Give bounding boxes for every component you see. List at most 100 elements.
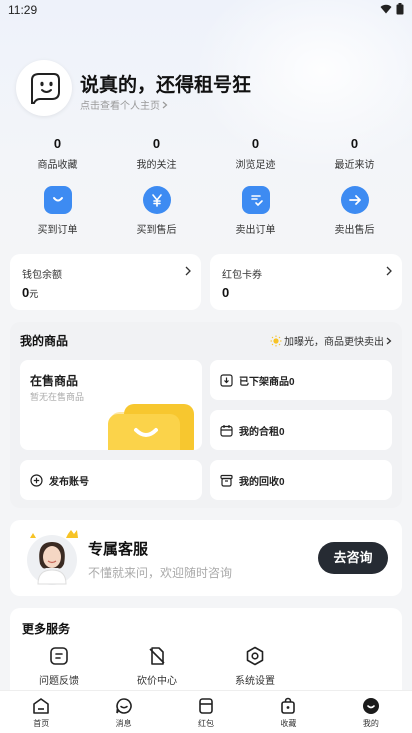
plus-circle-icon (30, 473, 43, 487)
bought-orders-button[interactable]: 买到订单 (8, 186, 107, 240)
yen-icon (142, 186, 171, 214)
tab-label: 首页 (33, 719, 50, 728)
avatar[interactable] (16, 60, 72, 116)
service-title: 专属客服 (88, 541, 149, 558)
arrow-right-icon (340, 186, 369, 214)
tab-messages[interactable]: 消息 (82, 691, 164, 733)
coupon-value: 0 (222, 285, 230, 300)
chevron-right-icon (162, 101, 168, 108)
chevron-right-icon (386, 337, 392, 344)
message-icon (115, 698, 132, 714)
section-title: 更多服务 (22, 622, 71, 636)
feedback-button[interactable]: 问题反馈 (10, 646, 108, 687)
consult-button[interactable]: 去咨询 (318, 542, 388, 574)
stat-value: 0 (350, 136, 359, 151)
order-label: 买到售后 (136, 225, 177, 236)
wallet-value: 0元 (22, 285, 39, 300)
tab-label: 收藏 (280, 719, 297, 728)
sold-orders-button[interactable]: 卖出订单 (206, 186, 305, 240)
archive-box-icon (220, 474, 233, 487)
more-services-list: 问题反馈 砍价中心 系统设置 (10, 646, 304, 687)
profile-header[interactable]: 说真的，还得租号狂 点击查看个人主页 (16, 60, 396, 120)
tab-profile[interactable]: 我的 (330, 691, 412, 733)
publish-account-button[interactable]: 发布账号 (20, 460, 202, 500)
bought-aftersale-button[interactable]: 买到售后 (107, 186, 206, 240)
stat-label: 浏览足迹 (235, 160, 276, 171)
stat-label: 商品收藏 (37, 160, 78, 171)
tab-label: 消息 (115, 719, 132, 728)
promo-text: 加曝光，商品更快卖出 (284, 337, 384, 348)
calendar-icon (220, 424, 233, 437)
stat-visitors[interactable]: 0 最近来访 (305, 136, 404, 172)
offline-goods-label: 已下架商品0 (239, 376, 295, 388)
red-packet-icon (199, 698, 213, 714)
tab-label: 红包 (198, 719, 215, 728)
view-profile-link[interactable]: 点击查看个人主页 (80, 97, 168, 112)
on-sale-goods-card[interactable]: 在售商品 暂无在售商品 (20, 360, 202, 450)
price-tag-icon (149, 647, 165, 665)
stat-value: 0 (53, 136, 62, 151)
system-settings-button[interactable]: 系统设置 (206, 646, 304, 687)
on-sale-subtitle: 暂无在售商品 (30, 392, 85, 402)
stat-favorites[interactable]: 0 商品收藏 (8, 136, 107, 172)
my-recycle-button[interactable]: 我的回收0 (210, 460, 392, 500)
stat-label: 我的关注 (136, 160, 177, 171)
username: 说真的，还得租号狂 (80, 75, 252, 96)
battery-icon (396, 3, 404, 15)
favorite-bag-icon (281, 697, 296, 714)
service-label: 砍价中心 (137, 676, 177, 687)
tab-home[interactable]: 首页 (0, 691, 82, 733)
tab-label: 我的 (362, 719, 379, 728)
feedback-icon (50, 647, 68, 665)
my-recycle-label: 我的回收0 (239, 476, 285, 488)
system-icons (380, 3, 404, 15)
coupon-card[interactable]: 红包卡券 0 (210, 254, 402, 310)
coupon-title: 红包卡券 (222, 270, 262, 281)
sun-icon (270, 335, 282, 346)
empty-goods-illustration (108, 404, 194, 450)
home-icon (33, 698, 50, 714)
stat-value: 0 (152, 136, 161, 151)
wallet-title: 钱包余额 (22, 270, 62, 281)
stat-value: 0 (251, 136, 260, 151)
bottom-tab-bar: 首页 消息 红包 收藏 我的 (0, 690, 412, 733)
page: 11:29 说真的，还得租号狂 点击查看个人主页 0 商品收藏 0 我的关注 0… (0, 0, 412, 733)
wifi-icon (380, 4, 392, 14)
settings-hex-icon (246, 646, 264, 666)
service-label: 系统设置 (235, 676, 275, 687)
section-title: 我的商品 (20, 334, 69, 348)
mascot-avatar-icon (31, 73, 60, 104)
wallet-card[interactable]: 钱包余额 0元 (10, 254, 201, 310)
service-subtitle: 不懂就来问，欢迎随时咨询 (88, 566, 233, 580)
customer-service-avatar (27, 530, 78, 585)
promo-link[interactable]: 加曝光，商品更快卖出 (270, 333, 392, 348)
profile-icon (362, 698, 379, 714)
bargain-center-button[interactable]: 砍价中心 (108, 646, 206, 687)
document-check-icon (241, 186, 270, 214)
chevron-right-icon (185, 266, 191, 276)
sold-aftersale-button[interactable]: 卖出售后 (305, 186, 404, 240)
download-box-icon (220, 373, 233, 387)
customer-service-card[interactable]: 专属客服 不懂就来问，欢迎随时咨询 去咨询 (10, 520, 402, 596)
order-shortcuts: 买到订单 买到售后 卖出订单 卖出售后 (8, 186, 404, 240)
service-label: 问题反馈 (39, 676, 79, 687)
chevron-right-icon (386, 266, 392, 276)
bag-smile-icon (43, 186, 72, 214)
stat-following[interactable]: 0 我的关注 (107, 136, 206, 172)
order-label: 买到订单 (37, 225, 78, 236)
co-rent-label: 我的合租0 (239, 426, 285, 438)
tab-favorites[interactable]: 收藏 (247, 691, 329, 733)
stats-row: 0 商品收藏 0 我的关注 0 浏览足迹 0 最近来访 (8, 136, 404, 172)
on-sale-title: 在售商品 (30, 374, 79, 388)
status-time: 11:29 (8, 3, 38, 17)
order-label: 卖出订单 (235, 225, 276, 236)
view-profile-label: 点击查看个人主页 (80, 101, 160, 112)
stat-history[interactable]: 0 浏览足迹 (206, 136, 305, 172)
publish-account-label: 发布账号 (49, 476, 89, 488)
tab-red-packet[interactable]: 红包 (165, 691, 247, 733)
my-goods-section: 我的商品 加曝光，商品更快卖出 在售商品 暂无在售商品 已下架商品0 我的合租0 (10, 322, 402, 508)
order-label: 卖出售后 (334, 225, 375, 236)
stat-label: 最近来访 (334, 160, 375, 171)
co-rent-button[interactable]: 我的合租0 (210, 410, 392, 450)
offline-goods-button[interactable]: 已下架商品0 (210, 360, 392, 400)
